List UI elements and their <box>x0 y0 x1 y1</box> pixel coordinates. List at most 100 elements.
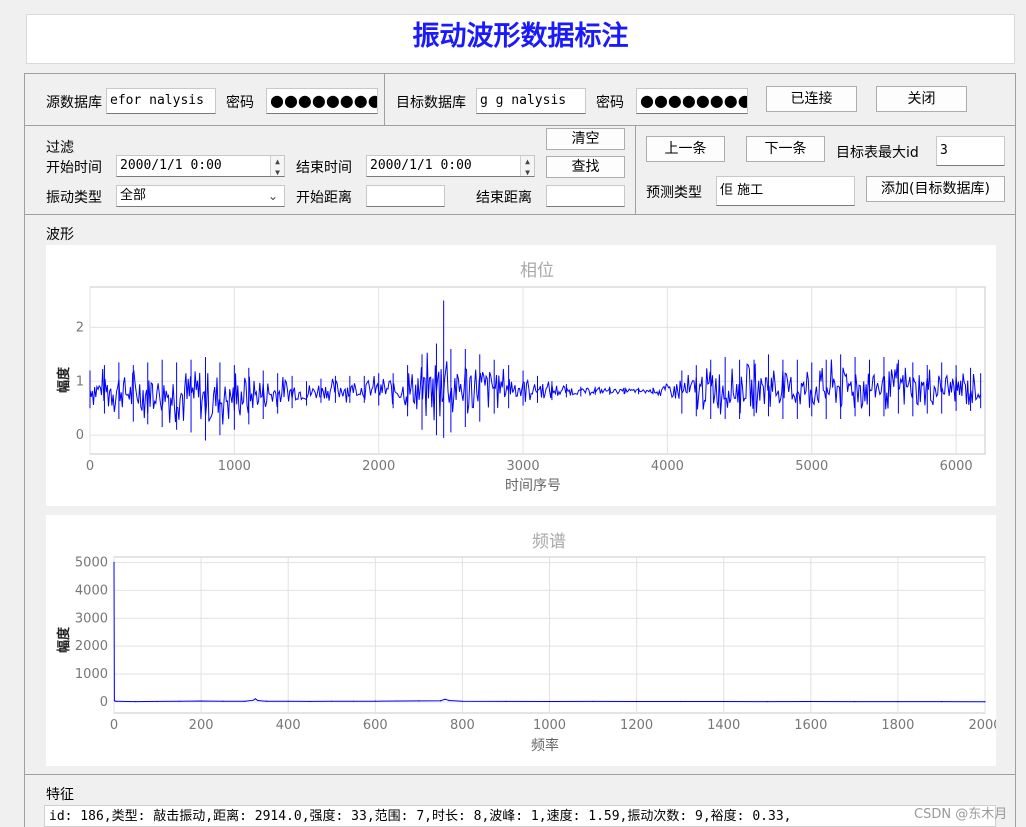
series-point <box>505 700 507 703</box>
series-point <box>448 699 450 702</box>
spectrum-chart-panel: 频谱 0 200 400 600 800 1000 1200 1400 1600 1800 200 0… <box>46 515 1002 766</box>
connected-button[interactable]: 已连接 <box>766 86 857 112</box>
spectrum-chart[interactable]: 频谱 0 200 400 600 800 1000 1200 1400 1600 1800 200 0… <box>46 515 1002 766</box>
spin-down-icon[interactable]: ▼ <box>521 167 534 176</box>
y-tick-label: 4000 <box>75 583 108 598</box>
series-point <box>178 700 180 702</box>
series-point <box>352 700 355 702</box>
end-time-label: 结束时间 <box>296 160 352 176</box>
series-point <box>984 701 986 703</box>
target-db-label: 目标数据库 <box>396 95 466 111</box>
plot-frame <box>89 286 986 455</box>
start-time-value: 2000/1/1 0:00 <box>120 158 222 173</box>
y-tick-label: 1000 <box>75 667 108 682</box>
chart-title: 相位 <box>520 261 554 281</box>
prev-button[interactable]: 上一条 <box>646 136 725 162</box>
filter-group-label: 过滤 <box>46 140 74 156</box>
series-point <box>418 700 420 702</box>
chevron-down-icon[interactable]: ⌄ <box>268 186 278 206</box>
source-password-label: 密码 <box>226 95 254 111</box>
series-point <box>461 700 463 702</box>
end-time-input[interactable]: 2000/1/1 0:00 ▲ ▼ <box>366 155 535 177</box>
source-password-value: ●●●●●●●●● <box>270 91 377 110</box>
series-point <box>156 700 159 703</box>
series-point <box>396 700 398 702</box>
series-point <box>135 700 137 703</box>
end-time-value: 2000/1/1 0:00 <box>370 158 472 173</box>
y-axis-label: 幅度 <box>56 626 72 653</box>
series-point <box>679 700 681 703</box>
x-tick-label: 800 <box>450 718 475 733</box>
y-tick-label: 5000 <box>75 556 108 571</box>
x-tick-label: 0 <box>86 459 94 474</box>
x-tick-label: 200 <box>189 718 214 733</box>
spin-up-icon[interactable]: ▲ <box>271 156 284 167</box>
start-time-spinner[interactable]: ▲ ▼ <box>270 156 284 176</box>
series-point <box>265 700 268 702</box>
start-distance-input[interactable] <box>366 185 445 207</box>
page-title: 振动波形数据标注 <box>412 21 629 52</box>
end-time-spinner[interactable]: ▲ ▼ <box>520 156 534 176</box>
series-point <box>331 700 333 702</box>
x-tick-label: 1000 <box>218 459 251 474</box>
x-tick-label: 3000 <box>507 459 540 474</box>
target-password-input[interactable]: ●●●●●●●●● <box>636 88 748 114</box>
connection-divider <box>384 74 385 125</box>
close-button[interactable]: 关闭 <box>876 86 967 112</box>
series-point <box>723 700 725 703</box>
start-time-input[interactable]: 2000/1/1 0:00 ▲ ▼ <box>116 155 285 177</box>
chart-title: 频谱 <box>532 532 566 552</box>
features-textbox[interactable]: id: 186,类型: 敲击振动,距离: 2914.0,强度: 33,范围: 7… <box>44 805 996 827</box>
predict-type-label: 预测类型 <box>646 185 702 201</box>
next-button[interactable]: 下一条 <box>746 136 825 162</box>
series-point <box>810 700 812 703</box>
series-point <box>257 699 259 702</box>
search-button[interactable]: 查找 <box>546 156 625 178</box>
x-axis-label: 频率 <box>531 737 559 754</box>
series-point <box>766 700 768 703</box>
series-line <box>89 352 981 425</box>
target-db-input[interactable]: g g nalysis <box>476 88 586 114</box>
x-tick-label: 1000 <box>533 718 566 733</box>
series-point <box>592 700 594 703</box>
predict-type-input[interactable]: 佢 施工 <box>716 176 855 206</box>
clear-button[interactable]: 清空 <box>546 128 625 150</box>
series-point <box>440 700 442 702</box>
series-point <box>222 700 224 702</box>
x-tick-label: 2000 <box>968 718 996 733</box>
max-id-input[interactable]: 3 <box>936 136 1005 166</box>
features-section-label: 特征 <box>46 787 74 803</box>
y-axis-label: 幅度 <box>56 366 72 393</box>
vibration-type-select[interactable]: 全部 ⌄ <box>116 185 285 207</box>
watermark: CSDN @东木月 <box>914 807 1008 822</box>
series-point <box>444 698 446 700</box>
x-tick-label: 6000 <box>940 459 973 474</box>
y-tick-label: 1 <box>76 374 84 389</box>
series-point <box>636 700 638 703</box>
x-tick-label: 1200 <box>620 718 653 733</box>
y-tick-label: 0 <box>76 428 84 443</box>
source-password-input[interactable]: ●●●●●●●●● <box>266 88 378 114</box>
phase-chart-panel: 相位 0 1000 2000 3000 4000 5000 6000 0 1 2 时间序号 幅度 <box>46 245 996 506</box>
add-to-target-button[interactable]: 添加(目标数据库) <box>866 176 1005 202</box>
series-point <box>252 699 254 701</box>
target-password-label: 密码 <box>596 95 624 111</box>
source-db-label: 源数据库 <box>46 95 102 111</box>
phase-chart[interactable]: 相位 0 1000 2000 3000 4000 5000 6000 0 1 2 时间序号 幅度 <box>46 245 996 506</box>
spin-down-icon[interactable]: ▼ <box>271 167 284 176</box>
x-tick-label: 400 <box>276 718 301 733</box>
y-tick-label: 2000 <box>75 639 108 654</box>
spin-up-icon[interactable]: ▲ <box>521 156 534 167</box>
series-point <box>897 701 899 703</box>
vibration-type-label: 振动类型 <box>46 190 102 206</box>
series-point <box>548 700 551 703</box>
source-db-input[interactable]: efor nalysis <box>106 88 216 114</box>
end-distance-input[interactable] <box>546 185 625 207</box>
series-point <box>254 698 257 700</box>
y-tick-label: 2 <box>76 320 84 335</box>
target-password-value: ●●●●●●●●● <box>640 91 747 110</box>
start-distance-label: 开始距离 <box>296 190 352 206</box>
waveform-section-label: 波形 <box>46 227 74 243</box>
x-tick-label: 5000 <box>795 459 828 474</box>
series-point <box>200 700 202 702</box>
